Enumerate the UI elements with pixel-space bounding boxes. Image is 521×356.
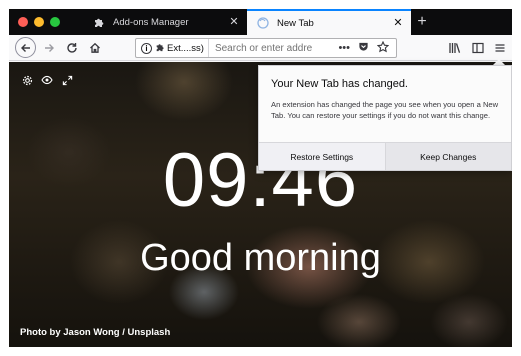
fullscreen-icon[interactable] bbox=[61, 74, 73, 86]
close-tab-icon[interactable]: ✕ bbox=[391, 16, 405, 30]
content-toolbar bbox=[21, 74, 73, 86]
tab-new-tab[interactable]: New Tab ✕ bbox=[247, 9, 411, 35]
close-window-button[interactable] bbox=[18, 17, 28, 27]
url-bar[interactable]: i Ext....ss) ••• bbox=[135, 38, 397, 58]
info-icon: i bbox=[141, 42, 152, 54]
eye-icon[interactable] bbox=[41, 74, 53, 86]
firefox-icon bbox=[256, 16, 270, 30]
library-icon[interactable] bbox=[444, 38, 464, 58]
photo-credit[interactable]: Photo by Jason Wong / Unsplash bbox=[20, 327, 170, 338]
url-input[interactable] bbox=[208, 42, 339, 54]
new-tab-plus-icon[interactable]: + bbox=[413, 13, 431, 31]
home-icon[interactable] bbox=[85, 38, 105, 58]
tab-addons-manager[interactable]: Add-ons Manager ✕ bbox=[83, 9, 247, 35]
close-tab-icon[interactable]: ✕ bbox=[227, 15, 241, 29]
bookmark-star-icon[interactable] bbox=[376, 40, 390, 56]
extension-identity-label: Ext....ss) bbox=[167, 42, 204, 54]
tab-bar: Add-ons Manager ✕ New Tab ✕ + bbox=[9, 9, 512, 35]
gear-icon[interactable] bbox=[21, 74, 33, 86]
page-actions: ••• bbox=[338, 40, 396, 56]
tab-label: New Tab bbox=[277, 17, 314, 29]
panel-message: An extension has changed the page you se… bbox=[271, 100, 499, 120]
tab-label: Add-ons Manager bbox=[113, 16, 189, 28]
page-action-menu-icon[interactable]: ••• bbox=[338, 42, 350, 54]
puzzle-icon bbox=[155, 42, 165, 55]
zoom-window-button[interactable] bbox=[50, 17, 60, 27]
back-arrow-icon[interactable] bbox=[15, 37, 36, 58]
new-tab-changed-panel: Your New Tab has changed. An extension h… bbox=[258, 65, 512, 171]
panel-title: Your New Tab has changed. bbox=[271, 78, 408, 90]
greeting-text: Good morning bbox=[140, 237, 381, 279]
browser-window: Add-ons Manager ✕ New Tab ✕ + i Ext....s… bbox=[9, 9, 512, 347]
minimize-window-button[interactable] bbox=[34, 17, 44, 27]
forward-arrow-icon[interactable] bbox=[39, 38, 59, 58]
site-identity-button[interactable]: i Ext....ss) bbox=[136, 39, 209, 57]
reload-icon[interactable] bbox=[62, 38, 82, 58]
sidebar-icon[interactable] bbox=[468, 38, 488, 58]
restore-settings-button[interactable]: Restore Settings bbox=[259, 143, 385, 170]
navigation-toolbar: i Ext....ss) ••• bbox=[9, 35, 512, 61]
keep-changes-button[interactable]: Keep Changes bbox=[384, 143, 511, 170]
puzzle-icon bbox=[92, 15, 106, 29]
hamburger-menu-icon[interactable] bbox=[490, 38, 510, 58]
pocket-icon[interactable] bbox=[358, 41, 369, 55]
panel-button-row: Restore Settings Keep Changes bbox=[259, 142, 511, 170]
